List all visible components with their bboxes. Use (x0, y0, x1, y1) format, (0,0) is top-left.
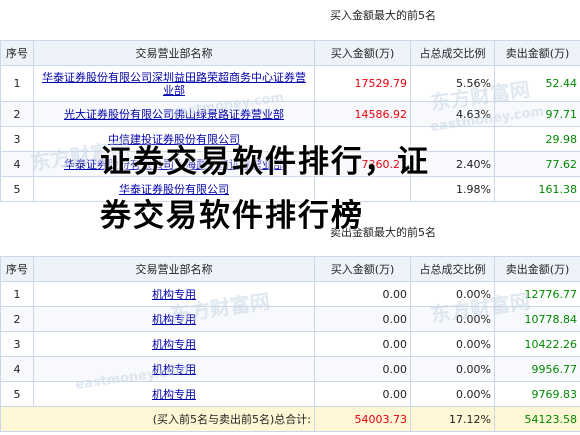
col-header-ratio: 占总成交比例 (410, 40, 495, 66)
buy-amount: 0.00 (314, 281, 411, 307)
col-header-buy: 买入金额(万) (314, 40, 411, 66)
buy-amount: 0.00 (314, 381, 411, 407)
col-header-ratio: 占总成交比例 (410, 256, 495, 282)
sell-amount: 9769.83 (494, 381, 580, 407)
sell-amount: 9956.77 (494, 356, 580, 382)
buy-table-header: 序号 交易营业部名称 买入金额(万) 占总成交比例 卖出金额(万) (0, 40, 580, 66)
total-sell: 54123.58 (494, 406, 580, 432)
col-header-sell: 卖出金额(万) (494, 40, 580, 66)
sell-amount: 10422.26 (494, 331, 580, 357)
row-no: 2 (0, 306, 34, 332)
sell-table-header: 序号 交易营业部名称 买入金额(万) 占总成交比例 卖出金额(万) (0, 256, 580, 282)
row-no: 4 (0, 356, 34, 382)
row-no: 3 (0, 331, 34, 357)
row-no: 5 (0, 381, 34, 407)
col-header-no: 序号 (0, 40, 34, 66)
ratio: 0.00% (410, 356, 495, 382)
overlay-title-line2: 券交易软件排行榜 (100, 198, 364, 234)
buy-section-title-text: 买入金额最大的前5名 (330, 9, 436, 22)
ratio: 0.00% (410, 381, 495, 407)
total-ratio: 17.12% (410, 406, 495, 432)
sell-amount: 161.38 (494, 176, 580, 202)
sell-amount: 77.62 (494, 151, 580, 177)
row-no: 1 (0, 65, 34, 102)
col-header-sell: 卖出金额(万) (494, 256, 580, 282)
buy-amount: 0.00 (314, 306, 411, 332)
col-header-buy: 买入金额(万) (314, 256, 411, 282)
buy-amount: 0.00 (314, 331, 411, 357)
ratio: 0.00% (410, 331, 495, 357)
row-no: 4 (0, 151, 34, 177)
buy-amount: 0.00 (314, 356, 411, 382)
table-row: 3 机构专用 0.00 0.00% 10422.26 (0, 331, 580, 357)
total-row: (买入前5名与卖出前5名)总合计: 54003.73 17.12% 54123.… (0, 406, 580, 432)
row-no: 1 (0, 281, 34, 307)
sell-amount: 29.98 (494, 126, 580, 152)
total-buy: 54003.73 (314, 406, 411, 432)
total-label: (买入前5名与卖出前5名)总合计: (0, 406, 315, 432)
buy-section-title: 买入金额最大的前5名 (0, 4, 580, 28)
sell-table: 序号 交易营业部名称 买入金额(万) 占总成交比例 卖出金额(万) 1 机构专用… (0, 256, 580, 432)
col-header-name: 交易营业部名称 (33, 40, 315, 66)
branch-link[interactable]: 机构专用 (152, 388, 196, 401)
row-no: 2 (0, 101, 34, 127)
buy-amount: 17529.79 (314, 65, 411, 102)
col-header-name: 交易营业部名称 (33, 256, 315, 282)
col-header-no: 序号 (0, 256, 34, 282)
row-no: 5 (0, 176, 34, 202)
branch-link[interactable]: 机构专用 (152, 338, 196, 351)
overlay-title-line1: 证券交易软件排行，证 (100, 144, 430, 180)
buy-amount: 14586.92 (314, 101, 411, 127)
